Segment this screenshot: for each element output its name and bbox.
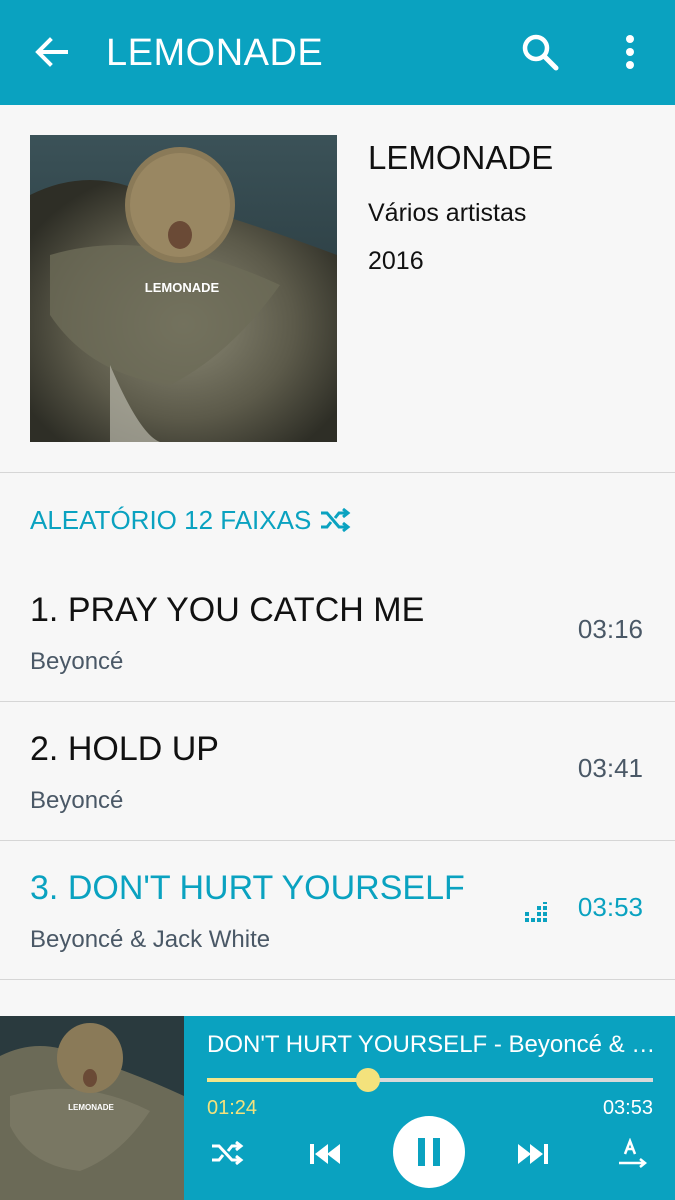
track-duration: 03:16 xyxy=(577,614,643,644)
total-time: 03:53 xyxy=(602,1097,653,1119)
now-playing-title[interactable]: DON'T HURT YOURSELF - Beyoncé & Jack Whi… xyxy=(207,1028,657,1062)
more-options-button[interactable] xyxy=(610,30,650,74)
divider xyxy=(0,701,675,702)
track-row-playing[interactable]: 3. DON'T HURT YOURSELF Beyoncé & Jack Wh… xyxy=(0,842,675,980)
shuffle-icon xyxy=(212,1140,244,1166)
search-button[interactable] xyxy=(518,30,562,74)
more-vertical-icon xyxy=(626,35,634,69)
mini-cover-label: LEMONADE xyxy=(68,1103,114,1112)
arrow-left-icon xyxy=(35,37,68,67)
now-playing-equalizer-icon xyxy=(525,902,547,922)
app-bar: LEMONADE xyxy=(0,0,675,105)
shuffle-label: ALEATÓRIO 12 FAIXAS xyxy=(30,504,312,535)
track-artist: Beyoncé & Jack White xyxy=(30,926,271,953)
track-title: HOLD UP xyxy=(67,730,219,768)
elapsed-time: 01:24 xyxy=(207,1097,258,1119)
page-title: LEMONADE xyxy=(106,32,324,74)
mini-player-cover[interactable]: LEMONADE xyxy=(0,1016,184,1200)
search-icon xyxy=(522,34,559,71)
album-artist: Vários artistas xyxy=(368,199,527,227)
divider xyxy=(0,472,675,473)
track-number: 2. xyxy=(30,730,59,768)
track-artist: Beyoncé xyxy=(30,787,124,814)
album-year: 2016 xyxy=(368,247,424,275)
track-artist: Beyoncé xyxy=(30,648,124,675)
shuffle-all-button[interactable]: ALEATÓRIO 12 FAIXAS xyxy=(30,500,351,540)
track-row[interactable]: 2. HOLD UP Beyoncé 03:41 xyxy=(0,703,675,841)
back-button[interactable] xyxy=(30,30,74,74)
previous-button[interactable] xyxy=(308,1140,342,1173)
lyrics-icon xyxy=(619,1137,648,1168)
track-number: 3. xyxy=(30,869,59,907)
seek-bar-progress xyxy=(207,1078,368,1082)
skip-next-icon xyxy=(518,1144,548,1164)
seek-bar-handle[interactable] xyxy=(355,1068,380,1092)
track-row[interactable]: 1. PRAY YOU CATCH ME Beyoncé 03:16 xyxy=(0,564,675,702)
track-title: PRAY YOU CATCH ME xyxy=(67,591,425,629)
track-title: DON'T HURT YOURSELF xyxy=(67,869,465,907)
mini-player: LEMONADE DON'T HURT YOURSELF - Beyoncé &… xyxy=(0,1016,675,1200)
album-cover: LEMONADE xyxy=(30,135,337,442)
divider xyxy=(0,979,675,980)
album-title: LEMONADE xyxy=(368,139,554,176)
pause-icon xyxy=(418,1138,440,1166)
track-number: 1. xyxy=(30,591,59,629)
seek-bar[interactable] xyxy=(207,1068,653,1092)
track-title-line: 2. HOLD UP xyxy=(30,727,219,771)
track-duration: 03:41 xyxy=(577,753,643,783)
pause-button[interactable] xyxy=(393,1116,465,1188)
shuffle-button[interactable] xyxy=(210,1138,244,1173)
next-button[interactable] xyxy=(516,1140,550,1173)
skip-previous-icon xyxy=(310,1144,340,1164)
album-cover-label: LEMONADE xyxy=(145,280,220,295)
track-title-line: 3. DON'T HURT YOURSELF xyxy=(30,866,465,910)
track-title-line: 1. PRAY YOU CATCH ME xyxy=(30,588,424,632)
divider xyxy=(0,840,675,841)
lyrics-button[interactable] xyxy=(616,1137,650,1175)
track-duration: 03:53 xyxy=(577,892,643,922)
shuffle-icon xyxy=(321,507,351,533)
